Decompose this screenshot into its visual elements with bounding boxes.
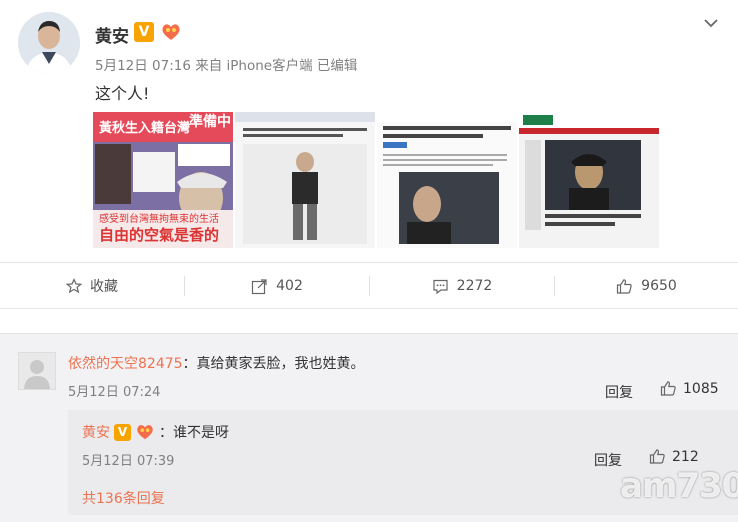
divider	[0, 262, 738, 263]
divider	[0, 308, 738, 309]
repost-button[interactable]: 402	[185, 264, 369, 308]
repost-count: 402	[276, 278, 303, 294]
verified-badge: V	[114, 423, 131, 441]
subcomment-like-button[interactable]: 212	[649, 448, 699, 465]
comment-count: 2272	[456, 278, 493, 294]
subcomment-like-count: 212	[672, 448, 699, 465]
reply-button[interactable]: 回复	[605, 382, 633, 402]
author-name[interactable]: 黄安	[95, 22, 129, 47]
svg-text:黃秋生入籍台灣: 黃秋生入籍台灣	[98, 120, 190, 136]
comment-icon	[433, 279, 448, 294]
favorite-label: 收藏	[90, 279, 118, 295]
star-icon	[66, 278, 82, 294]
comment-like-button[interactable]: 1085	[660, 380, 719, 397]
comment-line: 依然的天空82475：真给黄家丢脸，我也姓黄。	[68, 353, 365, 373]
commenter-name[interactable]: 依然的天空82475	[68, 356, 183, 372]
commenter-avatar[interactable]	[18, 352, 56, 390]
fan-badge-icon	[160, 22, 182, 42]
svg-text:自由的空氣是香的: 自由的空氣是香的	[99, 226, 219, 244]
comment-button[interactable]: 2272	[370, 264, 554, 308]
watermark: am730	[620, 466, 738, 506]
subcomment-line: 黄安 V ：谁不是呀	[82, 422, 229, 442]
post-text: 这个人!	[95, 84, 150, 103]
thumbs-up-icon	[649, 449, 665, 464]
post-meta: 5月12日 07:16 来自 iPhone客户端 已编辑	[95, 58, 358, 74]
like-count: 9650	[641, 278, 677, 294]
fan-badge-icon	[137, 425, 153, 440]
chevron-down-icon[interactable]	[703, 15, 719, 31]
post-image-1[interactable]: 黃秋生入籍台灣 準備中 感受到台灣無拘無束的生活 自由的空氣是香的	[93, 112, 233, 248]
divider	[0, 333, 738, 334]
author-avatar[interactable]	[18, 12, 80, 74]
share-icon	[252, 278, 267, 294]
subcomment-text: ：谁不是呀	[159, 425, 229, 441]
post-image-2[interactable]	[235, 112, 375, 248]
favorite-button[interactable]: 收藏	[0, 264, 184, 308]
thumbs-up-icon	[660, 381, 676, 396]
comment-text: ：真给黄家丢脸，我也姓黄。	[182, 356, 365, 372]
subcommenter-name[interactable]: 黄安	[82, 422, 110, 442]
svg-text:準備中: 準備中	[189, 113, 231, 130]
thumbs-up-icon	[617, 278, 632, 294]
comment-like-count: 1085	[683, 380, 719, 397]
subcomment-reply-button[interactable]: 回复	[594, 450, 622, 470]
post-image-4[interactable]	[519, 112, 659, 248]
verified-badge: V	[134, 22, 154, 42]
post-image-3[interactable]	[377, 112, 517, 248]
svg-text:感受到台灣無拘無束的生活: 感受到台灣無拘無束的生活	[99, 212, 219, 225]
subcomment-time: 5月12日 07:39	[82, 454, 175, 469]
more-replies-link[interactable]: 共136条回复	[82, 488, 165, 508]
comment-time: 5月12日 07:24	[68, 385, 161, 400]
like-button[interactable]: 9650	[555, 264, 738, 308]
